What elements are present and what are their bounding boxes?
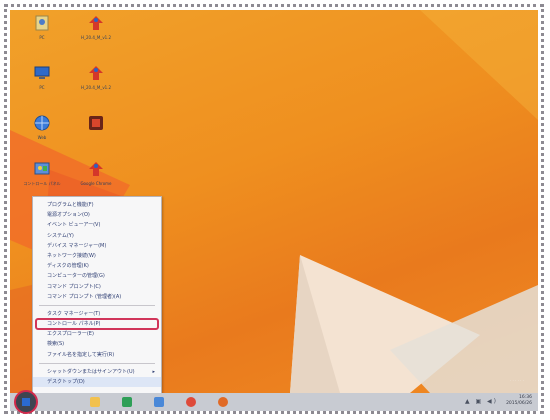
- app-icon: [89, 116, 103, 130]
- menu-item-power-options[interactable]: 電源オプション(O): [33, 210, 161, 220]
- menu-item-device-manager[interactable]: デバイス マネージャー(M): [33, 241, 161, 251]
- user-folder-icon: [35, 15, 49, 31]
- clock-date: 2015/06/26: [506, 401, 532, 406]
- menu-item-programs-features[interactable]: プログラムと機能(F): [33, 200, 161, 210]
- menu-separator: [39, 362, 155, 364]
- desktop-icon-label: H_20.4_M_v1.2: [80, 35, 112, 40]
- menu-item-shutdown-label: シャットダウンまたはサインアウト(U): [47, 368, 135, 375]
- menu-item-network-connections[interactable]: ネットワーク接続(W): [33, 251, 161, 261]
- file-explorer-icon[interactable]: [90, 397, 100, 407]
- taskbar: ▲ ▣ ◀) 16:36 2015/06/26: [10, 390, 538, 414]
- desktop-icon-label: コントロール パネル: [23, 181, 61, 186]
- menu-item-event-viewer[interactable]: イベント ビューアー(V): [33, 220, 161, 230]
- clock[interactable]: 16:36 2015/06/26: [506, 395, 532, 407]
- desktop-icon-label: Google Chrome: [80, 181, 112, 186]
- desktop-icon-label: PC: [39, 35, 45, 40]
- control-panel-icon: [34, 162, 50, 175]
- menu-separator: [39, 304, 155, 306]
- menu-item-computer-management[interactable]: コンピューターの管理(G): [33, 271, 161, 281]
- menu-item-disk-management[interactable]: ディスクの管理(K): [33, 261, 161, 271]
- globe-icon: [34, 115, 50, 131]
- desktop-icon-label: Web: [37, 135, 47, 140]
- menu-item-task-manager[interactable]: タスク マネージャー(T): [33, 309, 161, 319]
- start-button[interactable]: [14, 390, 38, 414]
- firefox-icon[interactable]: [218, 397, 228, 407]
- menu-item-shutdown[interactable]: シャットダウンまたはサインアウト(U) ▸: [33, 367, 161, 377]
- watermark: · · · · · ·: [510, 378, 524, 383]
- menu-item-desktop[interactable]: デスクトップ(D): [33, 377, 161, 388]
- store-icon[interactable]: [122, 397, 132, 407]
- installer-icon: [89, 16, 103, 30]
- desktop-icon-app[interactable]: [66, 114, 126, 135]
- desktop-icon-label: H_20.4_M_v1.2: [80, 85, 112, 90]
- menu-item-system[interactable]: システム(Y): [33, 231, 161, 241]
- menu-item-command-prompt[interactable]: コマンド プロンプト(C): [33, 282, 161, 292]
- desktop-icon-user-folder[interactable]: PC: [12, 14, 72, 40]
- ie-icon[interactable]: [154, 397, 164, 407]
- menu-item-search[interactable]: 検索(S): [33, 339, 161, 349]
- power-user-menu: プログラムと機能(F) 電源オプション(O) イベント ビューアー(V) システ…: [32, 196, 162, 405]
- computer-icon: [34, 66, 50, 79]
- menu-item-control-panel[interactable]: コントロール パネル(P): [35, 318, 159, 331]
- installer-icon: [89, 66, 103, 80]
- desktop-icon-web[interactable]: Web: [12, 114, 72, 140]
- chrome-icon[interactable]: [186, 397, 196, 407]
- installer-icon: [89, 162, 103, 176]
- menu-item-run[interactable]: ファイル名を指定して実行(R): [33, 350, 161, 360]
- desktop-icon-installer-2[interactable]: H_20.4_M_v1.2: [66, 64, 126, 90]
- desktop-icon-label: PC: [39, 85, 45, 90]
- system-tray-icons[interactable]: ▲ ▣ ◀): [465, 398, 498, 405]
- desktop-icon-computer[interactable]: PC: [12, 64, 72, 90]
- submenu-arrow-icon: ▸: [152, 368, 155, 375]
- desktop-icon-control-panel[interactable]: コントロール パネル: [12, 160, 72, 186]
- desktop-icon-chrome[interactable]: Google Chrome: [66, 160, 126, 186]
- menu-item-explorer[interactable]: エクスプローラー(E): [33, 329, 161, 339]
- desktop-icon-installer-1[interactable]: H_20.4_M_v1.2: [66, 14, 126, 40]
- menu-item-command-prompt-admin[interactable]: コマンド プロンプト (管理者)(A): [33, 292, 161, 302]
